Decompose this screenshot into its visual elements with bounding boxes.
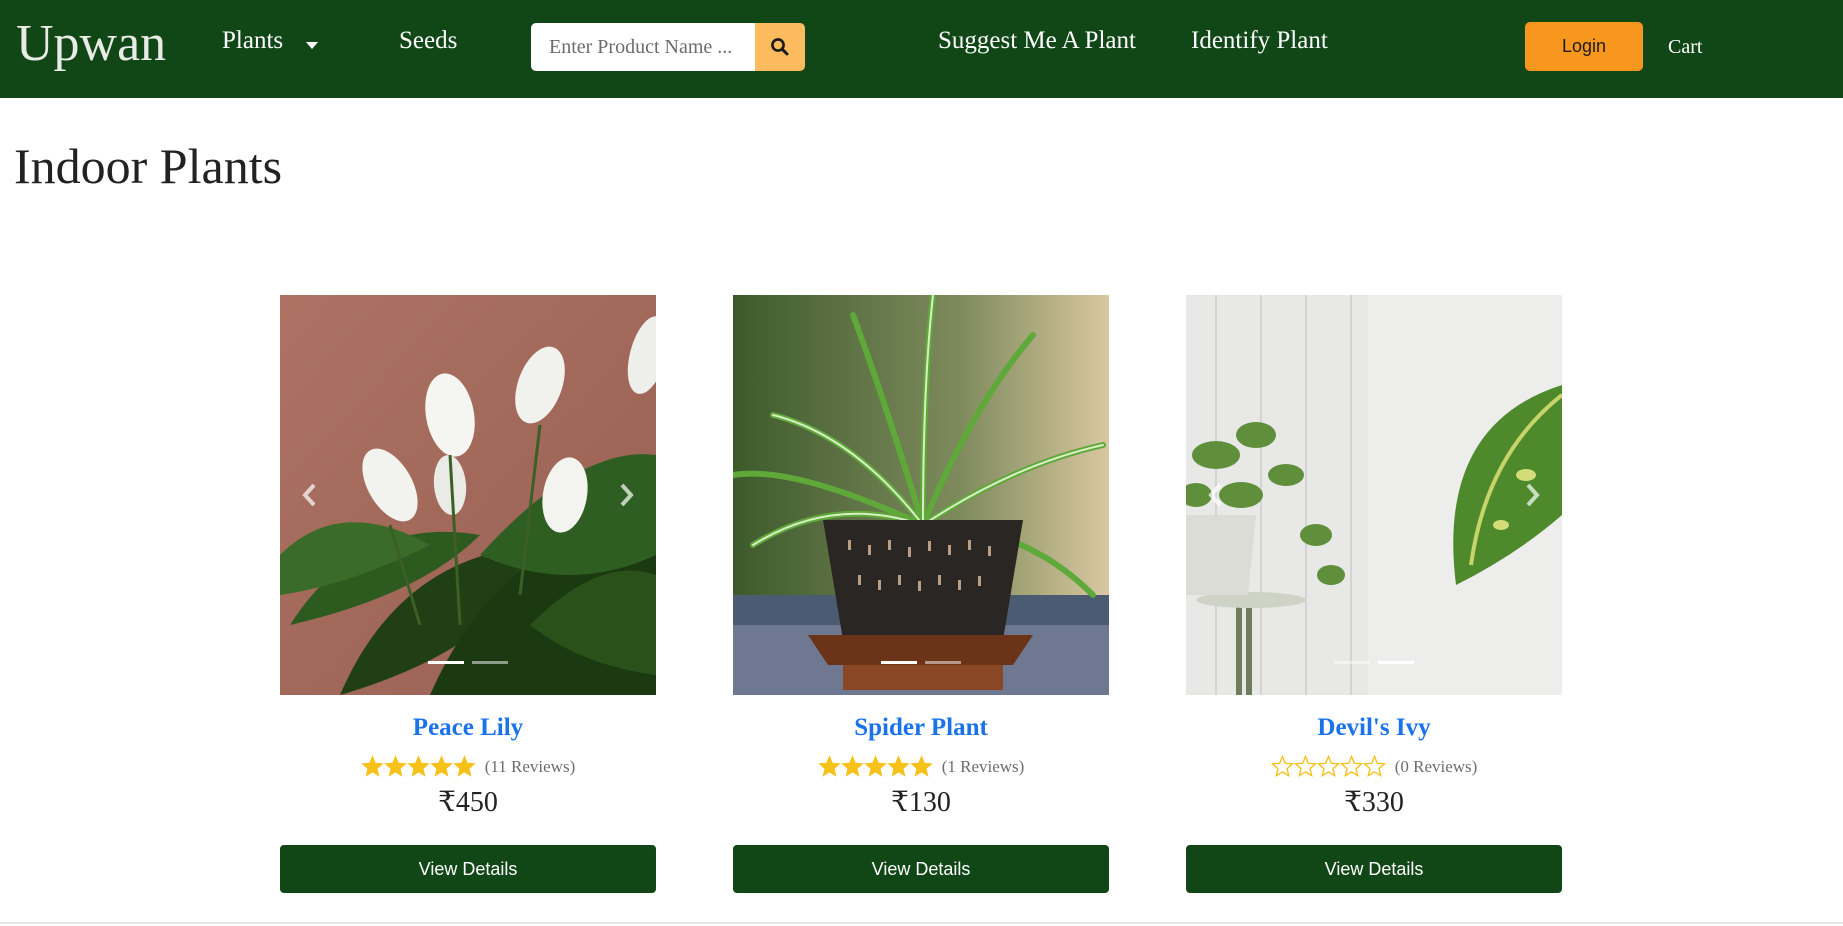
search-button[interactable] — [755, 23, 805, 71]
carousel-next-button[interactable] — [612, 475, 642, 515]
product-price: ₹130 — [891, 787, 951, 818]
view-details-button[interactable]: View Details — [280, 845, 656, 893]
star-rating — [817, 755, 933, 778]
rating-row: (0 Reviews) — [1186, 755, 1562, 778]
star-icon — [407, 755, 430, 777]
star-icon — [453, 755, 476, 777]
nav-seeds[interactable]: Seeds — [399, 26, 457, 56]
carousel-indicator[interactable] — [881, 661, 917, 664]
carousel-indicator[interactable] — [472, 661, 508, 664]
review-count: (11 Reviews) — [484, 756, 576, 776]
login-button[interactable]: Login — [1525, 22, 1643, 71]
star-icon — [886, 755, 910, 777]
carousel-indicators — [280, 661, 656, 664]
star-icon — [430, 755, 453, 777]
review-count: (1 Reviews) — [941, 756, 1025, 776]
star-rating — [1270, 755, 1386, 778]
spider-plant-photo — [733, 295, 1109, 695]
carousel-indicators — [733, 661, 1109, 664]
star-icon — [1270, 755, 1294, 778]
chevron-right-icon — [1526, 483, 1540, 507]
product-image-carousel[interactable] — [1186, 295, 1562, 695]
star-icon — [817, 755, 841, 777]
search-icon — [771, 38, 789, 56]
carousel-next-button[interactable] — [1518, 475, 1548, 515]
view-details-button[interactable]: View Details — [733, 845, 1109, 893]
chevron-right-icon — [620, 483, 634, 507]
star-rating — [361, 755, 476, 778]
search-input[interactable] — [531, 23, 755, 71]
carousel-indicator[interactable] — [428, 661, 464, 664]
nav-plants-dropdown[interactable]: Plants — [222, 26, 283, 56]
star-icon — [840, 755, 864, 777]
product-name[interactable]: Devil's Ivy — [1186, 713, 1562, 743]
star-icon — [863, 755, 887, 777]
star-icon — [1316, 755, 1340, 778]
carousel-indicators — [1186, 661, 1562, 664]
product-card: Devil's Ivy (0 Reviews) ₹330 View Detail… — [1186, 295, 1562, 893]
product-card: Peace Lily (11 Reviews) ₹450 View Detail… — [280, 295, 656, 893]
star-icon — [909, 755, 933, 777]
brand-logo[interactable]: Upwan — [16, 14, 166, 74]
carousel-prev-button[interactable] — [294, 475, 324, 515]
carousel-indicator[interactable] — [1378, 661, 1414, 664]
carousel-prev-button[interactable] — [1200, 475, 1230, 515]
chevron-left-icon — [302, 483, 316, 507]
caret-down-icon[interactable] — [306, 42, 318, 49]
page-divider — [0, 922, 1843, 924]
product-image-carousel[interactable] — [280, 295, 656, 695]
view-details-button[interactable]: View Details — [1186, 845, 1562, 893]
product-card: Spider Plant (1 Reviews) ₹130 View Detai… — [733, 295, 1109, 893]
rating-row: (1 Reviews) — [733, 755, 1109, 778]
nav-identify-plant[interactable]: Identify Plant — [1191, 26, 1328, 56]
product-image-carousel[interactable] — [733, 295, 1109, 695]
star-icon — [1362, 755, 1386, 778]
nav-suggest-plant[interactable]: Suggest Me A Plant — [938, 26, 1136, 56]
cart-link[interactable]: Cart — [1668, 35, 1702, 59]
chevron-left-icon — [1208, 483, 1222, 507]
review-count: (0 Reviews) — [1394, 756, 1478, 776]
page-title: Indoor Plants — [14, 138, 283, 194]
product-name[interactable]: Peace Lily — [280, 713, 656, 743]
peace-lily-photo — [280, 295, 656, 695]
star-icon — [1339, 755, 1363, 778]
navbar: Upwan Plants Seeds Suggest Me A Plant Id… — [0, 0, 1843, 98]
star-icon — [361, 755, 384, 777]
product-price: ₹330 — [1344, 787, 1404, 818]
product-name[interactable]: Spider Plant — [733, 713, 1109, 743]
devils-ivy-photo — [1186, 295, 1562, 695]
star-icon — [384, 755, 407, 777]
product-price: ₹450 — [438, 787, 498, 818]
rating-row: (11 Reviews) — [280, 755, 656, 778]
carousel-indicator[interactable] — [1334, 661, 1370, 664]
star-icon — [1293, 755, 1317, 778]
carousel-indicator[interactable] — [925, 661, 961, 664]
